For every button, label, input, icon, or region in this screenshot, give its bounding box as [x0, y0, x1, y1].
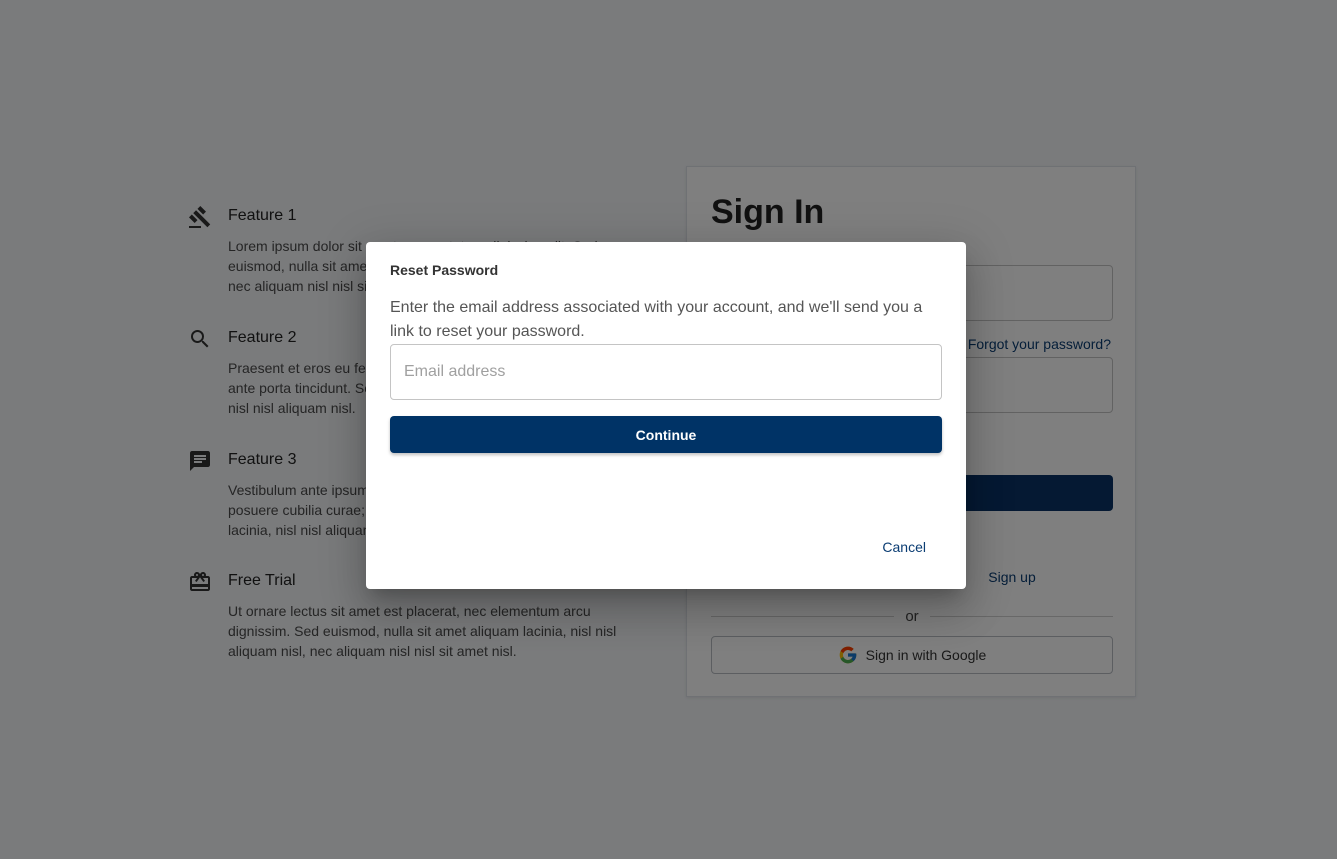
email-input[interactable] — [390, 344, 942, 400]
cancel-button[interactable]: Cancel — [866, 534, 942, 560]
continue-button[interactable]: Continue — [390, 416, 942, 453]
reset-password-dialog: Reset Password Enter the email address a… — [366, 242, 966, 589]
dialog-title: Reset Password — [390, 262, 499, 278]
dialog-description: Enter the email address associated with … — [390, 299, 923, 340]
